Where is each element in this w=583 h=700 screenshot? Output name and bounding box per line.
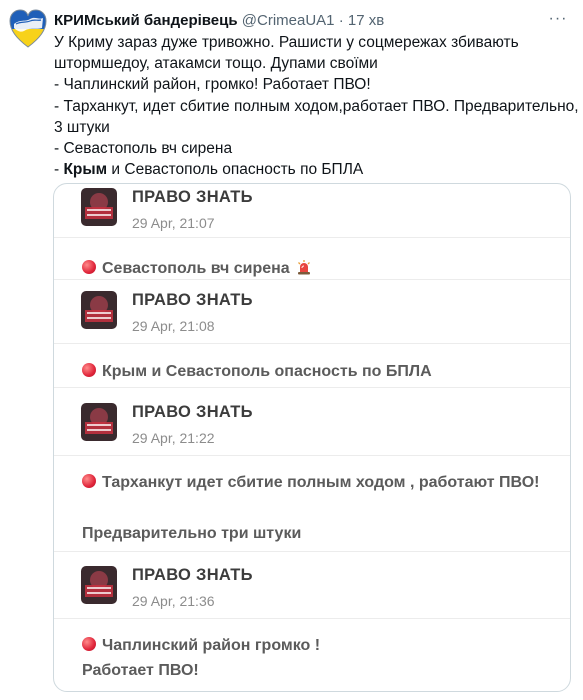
red-circle-icon [82, 637, 96, 651]
red-circle-icon [82, 260, 96, 274]
attached-screenshot[interactable]: ПРАВО ЗНАТЬ 29 Apr, 21:07 Севастополь вч… [53, 183, 571, 692]
message-text: Тарханкут идет сбитие полным ходом , раб… [102, 474, 540, 491]
channel-message-continued: Работает ПВО! [82, 662, 199, 679]
author-name[interactable]: КРИМський бандерівець [54, 12, 238, 29]
channel-message-continued: Предварительно три штуки [82, 525, 302, 542]
post-date: 29 Apr, 21:07 [132, 215, 215, 231]
tweet-text-line: - Севастополь вч сирена [54, 140, 233, 158]
author-handle[interactable]: @CrimeaUA1 [242, 12, 335, 29]
channel-message: Крым и Севастополь опасность по БПЛА [82, 363, 432, 381]
divider [54, 618, 570, 619]
author-avatar[interactable] [8, 8, 48, 50]
post-date: 29 Apr, 21:08 [132, 318, 215, 334]
divider [54, 455, 570, 456]
channel-name: ПРАВО ЗНАТЬ [132, 566, 253, 584]
tweet[interactable]: КРИМський бандерівець @CrimeaUA1 · 17 хв… [0, 0, 583, 700]
tweet-text: У Криму зараз дуже тривожно. Рашисти у с… [54, 32, 579, 180]
tweet-text-line: - Тарханкут, идет сбитие полным ходом,ра… [54, 97, 579, 115]
tweet-text-line: У Криму зараз дуже тривожно. Рашисти у с… [54, 34, 519, 51]
divider [54, 551, 570, 552]
channel-name: ПРАВО ЗНАТЬ [132, 403, 253, 421]
channel-name: ПРАВО ЗНАТЬ [132, 188, 253, 206]
tweet-text-line: - Чаплинский район, громко! Работает ПВО… [54, 76, 371, 94]
bold-word: Крым [63, 161, 108, 179]
red-circle-icon [82, 363, 96, 377]
channel-message: Чаплинский район громко ! [82, 637, 320, 655]
pravo-znat-channel-logo-icon [81, 291, 117, 329]
line-rest: и Севастополь опасность по БПЛА [107, 161, 364, 179]
divider [54, 237, 570, 238]
divider [54, 387, 570, 388]
post-date: 29 Apr, 21:36 [132, 593, 215, 609]
pravo-znat-channel-logo-icon [81, 566, 117, 604]
tweet-text-line: - Крым и Севастополь опасность по БПЛА [54, 159, 569, 180]
channel-name: ПРАВО ЗНАТЬ [132, 291, 253, 309]
red-circle-icon [82, 474, 96, 488]
pravo-znat-channel-logo-icon [81, 403, 117, 441]
message-text: Крым и Севастополь опасность по БПЛА [102, 363, 432, 380]
tweet-text-line: 3 штуки [54, 118, 110, 136]
channel-message: Тарханкут идет сбитие полным ходом , раб… [82, 474, 539, 492]
more-options-icon[interactable]: ··· [547, 10, 569, 30]
crimea-ukraine-flag-heart-icon [9, 9, 47, 48]
tweet-header: КРИМський бандерівець @CrimeaUA1 · 17 хв [54, 10, 553, 32]
tweet-text-line: штормшедоу, атакамси тощо. Дупами своїми [54, 55, 378, 73]
post-date: 29 Apr, 21:22 [132, 430, 215, 446]
pravo-znat-channel-logo-icon [81, 188, 117, 226]
divider [54, 279, 570, 280]
channel-message: Севастополь вч сирена [82, 259, 312, 280]
message-text: Севастополь вч сирена [102, 260, 290, 277]
police-siren-icon [296, 259, 312, 280]
separator-dot: · [338, 12, 344, 29]
tweet-timestamp[interactable]: 17 хв [348, 12, 384, 29]
divider [54, 343, 570, 344]
message-text: Чаплинский район громко ! [102, 637, 321, 654]
